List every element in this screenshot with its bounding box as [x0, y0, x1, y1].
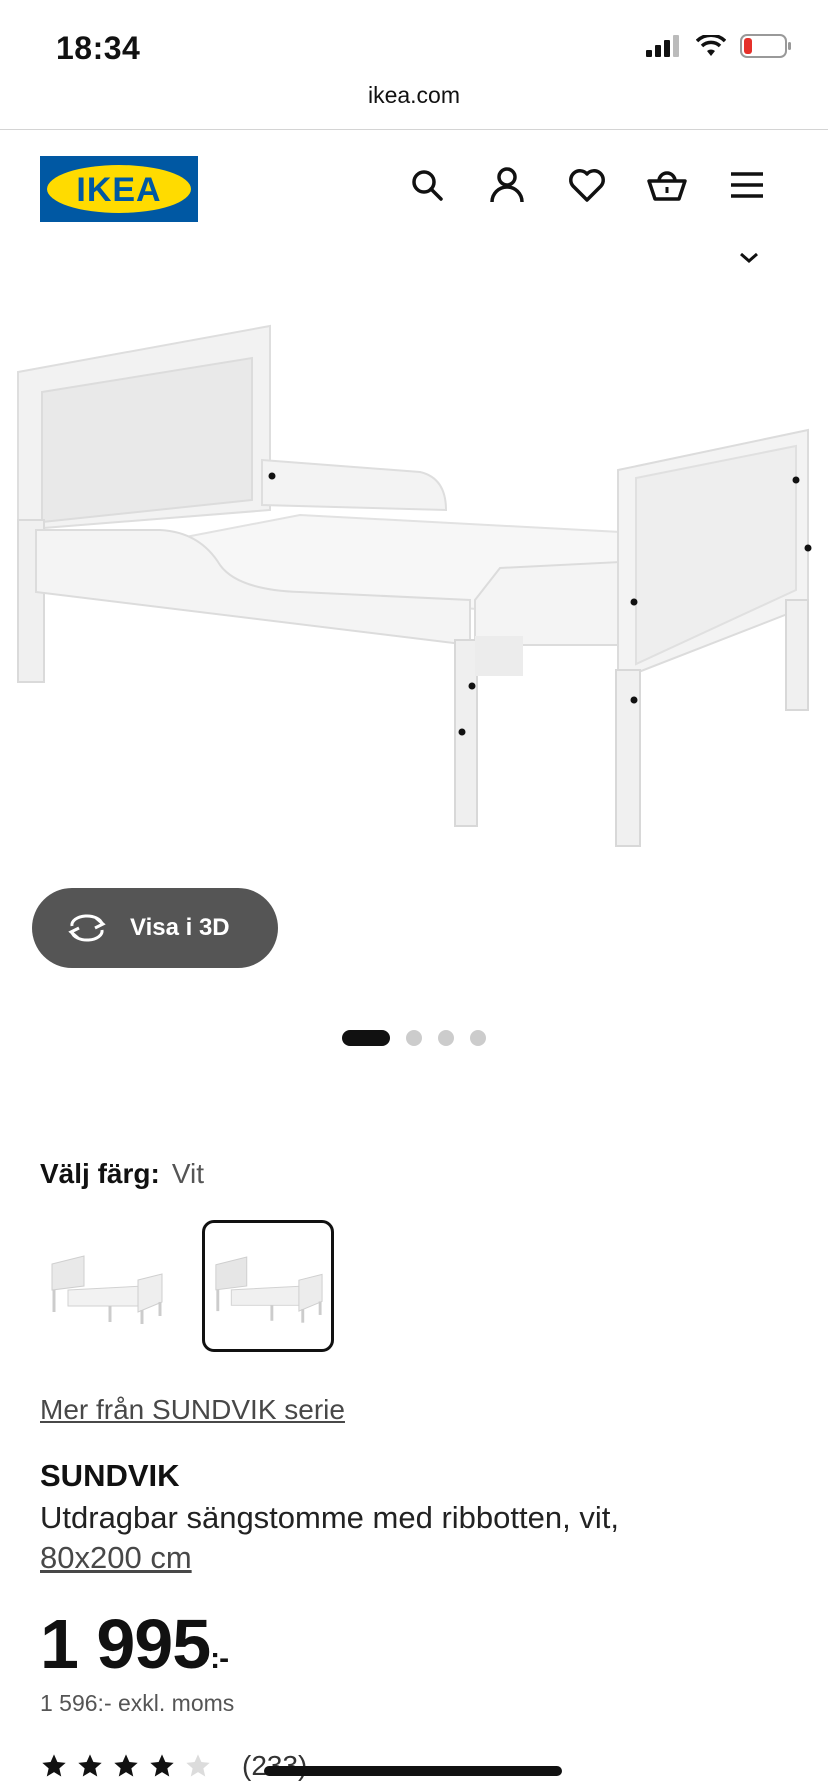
carousel-dot-4[interactable] — [470, 1030, 486, 1046]
product-image[interactable] — [0, 300, 828, 890]
price-main: 1 995 — [40, 1605, 211, 1683]
color-value: Vit — [171, 1158, 204, 1189]
home-indicator — [264, 1766, 562, 1776]
color-swatch-1[interactable] — [40, 1220, 172, 1352]
series-link[interactable]: Mer från SUNDVIK serie — [40, 1394, 345, 1426]
heart-icon[interactable] — [566, 164, 608, 206]
rating-stars — [40, 1752, 212, 1780]
carousel-dot-1[interactable] — [342, 1030, 390, 1046]
product-name: SUNDVIK — [40, 1458, 180, 1493]
browser-divider — [0, 129, 828, 130]
carousel-dot-2[interactable] — [406, 1030, 422, 1046]
view-3d-button[interactable]: Visa i 3D — [32, 888, 278, 968]
menu-icon[interactable] — [726, 164, 768, 206]
star-icon — [186, 1754, 210, 1777]
search-icon[interactable] — [406, 164, 448, 206]
view-3d-label: Visa i 3D — [130, 914, 230, 941]
product-price: 1 995:- — [40, 1604, 229, 1684]
color-label: Välj färg: — [40, 1158, 160, 1189]
basket-icon[interactable] — [646, 164, 688, 206]
color-swatch-2-selected[interactable] — [202, 1220, 334, 1352]
status-icons — [646, 34, 792, 58]
signal-icon — [646, 35, 679, 57]
star-icon — [42, 1754, 66, 1777]
price-excl-vat: 1 596:- exkl. moms — [40, 1690, 235, 1716]
battery-icon — [740, 34, 791, 58]
product-description: Utdragbar sängstomme med ribbotten, vit,… — [40, 1498, 800, 1578]
chevron-down-icon[interactable] — [738, 252, 760, 264]
site-header: IKEA — [0, 152, 828, 232]
carousel-dot-3[interactable] — [438, 1030, 454, 1046]
star-icon — [150, 1754, 174, 1777]
svg-text:IKEA: IKEA — [76, 171, 161, 209]
size-link[interactable]: 80x200 cm — [40, 1540, 192, 1575]
star-icon — [114, 1754, 138, 1777]
wifi-icon — [696, 35, 726, 56]
url-bar[interactable]: ikea.com — [0, 82, 828, 109]
header-icons — [406, 164, 768, 206]
status-bar: 18:34 — [0, 0, 828, 92]
star-icon — [78, 1754, 102, 1777]
account-icon[interactable] — [486, 164, 528, 206]
color-picker-label: Välj färg: Vit — [40, 1158, 204, 1190]
status-time: 18:34 — [56, 30, 141, 66]
color-swatches — [40, 1220, 334, 1352]
ikea-logo[interactable]: IKEA — [40, 156, 198, 222]
product-description-text: Utdragbar sängstomme med ribbotten, vit, — [40, 1500, 619, 1535]
price-suffix: :- — [210, 1642, 229, 1675]
rotate-3d-icon — [68, 914, 106, 942]
carousel-dots — [342, 1030, 486, 1046]
